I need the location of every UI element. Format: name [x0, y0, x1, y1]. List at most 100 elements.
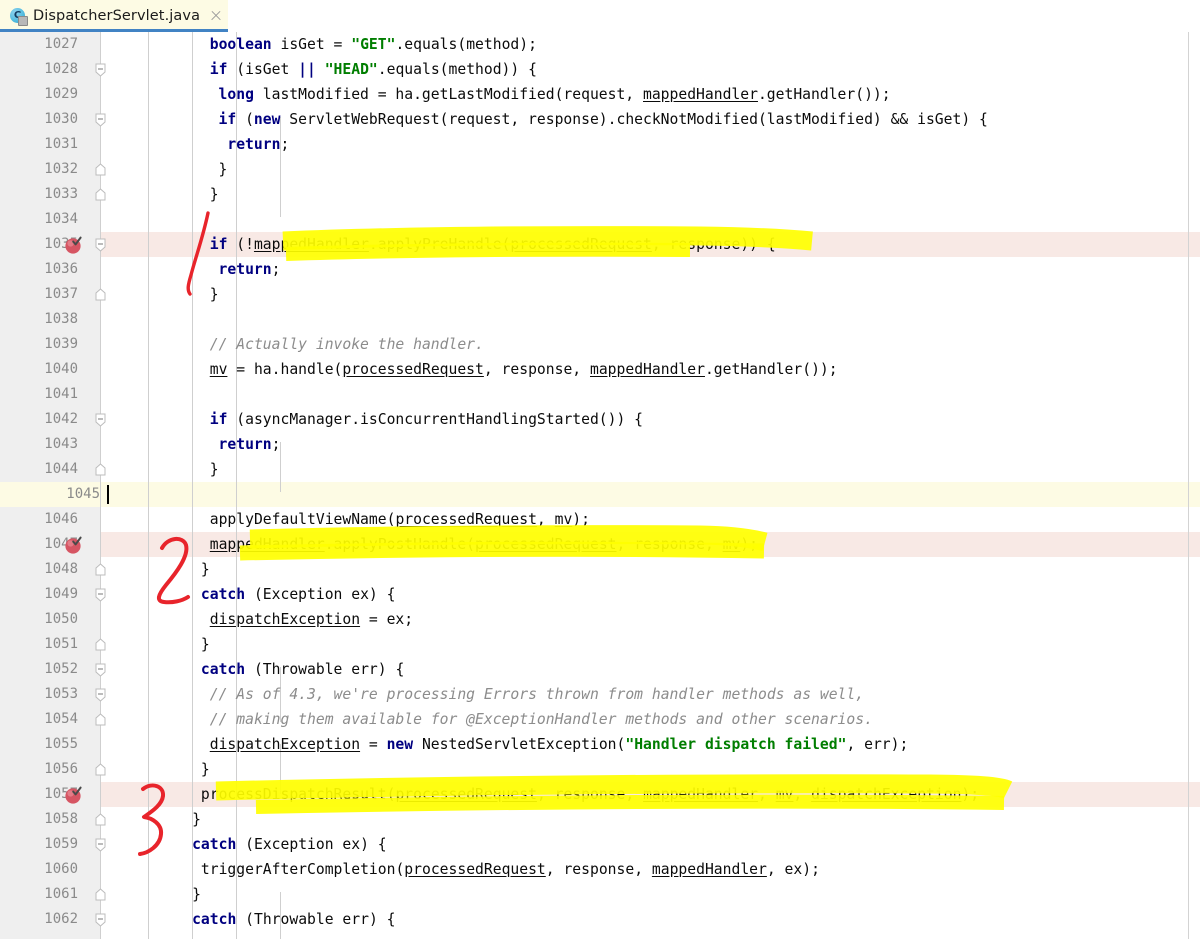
code-line[interactable]: if (asyncManager.isConcurrentHandlingSta…	[210, 407, 643, 432]
code-token: .applyPostHandle(	[324, 536, 476, 553]
code-line[interactable]: catch (Throwable err) {	[201, 657, 404, 682]
code-token: .equals(method);	[395, 36, 537, 53]
code-token: if	[209, 61, 228, 78]
code-line[interactable]: // Actually invoke the handler.	[210, 332, 484, 357]
code-token: mv	[554, 511, 573, 528]
code-line[interactable]: dispatchException = ex;	[210, 607, 413, 632]
code-token: "GET"	[351, 36, 396, 53]
code-token: );	[572, 511, 590, 528]
code-token: lastModified = ha.getLastModified(reques…	[253, 86, 643, 103]
code-line[interactable]: }	[192, 882, 201, 907]
code-line[interactable]: }	[201, 632, 210, 657]
code-line[interactable]: // As of 4.3, we're processing Errors th…	[210, 682, 864, 707]
code-token: if	[209, 236, 228, 253]
code-token: .applyPreHandle(	[368, 236, 511, 253]
code-token: catch	[192, 911, 237, 928]
code-token: , response,	[545, 861, 652, 878]
code-token: }	[209, 461, 219, 478]
code-line[interactable]: boolean isGet = "GET".equals(method);	[210, 32, 537, 57]
close-icon[interactable]	[209, 9, 223, 23]
code-token: mappedHandler	[643, 86, 758, 103]
code-token: processedRequest	[342, 361, 484, 378]
code-token: long	[218, 86, 254, 103]
code-token: }	[200, 761, 210, 778]
code-token: return	[227, 136, 281, 153]
code-token: }	[192, 886, 201, 903]
text-caret	[107, 485, 109, 504]
code-token: boolean	[209, 36, 272, 53]
code-token: =	[360, 736, 387, 753]
code-line[interactable]: mappedHandler.applyPostHandle(processedR…	[210, 532, 758, 557]
code-token: .equals(method)) {	[377, 61, 537, 78]
code-line[interactable]: catch (Exception ex) {	[201, 582, 396, 607]
code-token: }	[209, 286, 219, 303]
code-token: , response,	[536, 786, 644, 803]
code-token: processedRequest	[395, 786, 537, 803]
code-token: mappedHandler	[209, 536, 325, 553]
code-token: mv	[775, 786, 794, 803]
code-line[interactable]: catch (Throwable err) {	[192, 907, 395, 932]
code-token: , ex);	[766, 861, 820, 878]
code-token: processedRequest	[510, 236, 652, 253]
code-line[interactable]: }	[210, 457, 219, 482]
java-class-icon: C	[10, 7, 28, 26]
code-token: (Exception ex) {	[236, 836, 387, 853]
code-token: processedRequest	[475, 536, 617, 553]
code-line[interactable]: dispatchException = new NestedServletExc…	[210, 732, 909, 757]
code-token: dispatchException	[811, 786, 962, 803]
code-line[interactable]: return;	[219, 432, 281, 457]
code-token: dispatchException	[209, 736, 361, 753]
code-line[interactable]: }	[192, 807, 201, 832]
code-token: new	[253, 111, 281, 128]
right-margin-guide	[1188, 32, 1189, 939]
code-token: .getHandler());	[704, 361, 838, 378]
code-token: }	[218, 161, 228, 178]
code-line[interactable]: mv = ha.handle(processedRequest, respons…	[210, 357, 838, 382]
code-token: );	[740, 536, 759, 553]
editor-tab-dispatcherservlet[interactable]: C DispatcherServlet.java	[0, 0, 228, 32]
code-token: // making them available for @ExceptionH…	[209, 711, 873, 728]
code-line[interactable]: if (!mappedHandler.applyPreHandle(proces…	[210, 232, 776, 257]
code-line[interactable]: }	[210, 282, 219, 307]
code-token: }	[209, 186, 219, 203]
code-token: ;	[271, 261, 281, 278]
code-token: NestedServletException(	[413, 736, 626, 753]
code-token: return	[218, 261, 272, 278]
code-token: , response,	[616, 536, 723, 553]
code-token: mv	[722, 536, 741, 553]
code-line[interactable]: if (isGet || "HEAD".equals(method)) {	[210, 57, 537, 82]
code-token: if	[209, 411, 228, 428]
code-line[interactable]: return;	[227, 132, 289, 157]
code-line[interactable]: long lastModified = ha.getLastModified(r…	[219, 82, 891, 107]
code-line[interactable]: // making them available for @ExceptionH…	[210, 707, 873, 732]
code-line[interactable]: }	[210, 182, 219, 207]
code-token: = ex;	[360, 611, 414, 628]
code-line[interactable]: catch (Exception ex) {	[192, 832, 387, 857]
code-line[interactable]: triggerAfterCompletion(processedRequest,…	[201, 857, 820, 882]
code-token: processedRequest	[404, 861, 546, 878]
code-line[interactable]: processDispatchResult(processedRequest, …	[201, 782, 979, 807]
code-token: ServletWebRequest(request, response).che…	[280, 111, 988, 128]
code-token: (Throwable err) {	[245, 661, 405, 678]
code-token: (Throwable err) {	[236, 911, 396, 928]
code-token: dispatchException	[209, 611, 361, 628]
code-line[interactable]: return;	[219, 257, 281, 282]
code-line[interactable]: applyDefaultViewName(processedRequest, m…	[210, 507, 590, 532]
code-token: );	[961, 786, 980, 803]
code-line[interactable]: }	[201, 757, 210, 782]
code-token: (!	[227, 236, 254, 253]
code-token: new	[386, 736, 414, 753]
code-token: .getHandler());	[757, 86, 891, 103]
code-line[interactable]: if (new ServletWebRequest(request, respo…	[219, 107, 988, 132]
code-token: ,	[793, 786, 812, 803]
code-token: "HEAD"	[324, 61, 378, 78]
code-line[interactable]: }	[201, 557, 210, 582]
code-token: mv	[209, 361, 228, 378]
code-editor[interactable]: 1027 1028 1029 1030 1031 1032 1033 1034 1035 1036…	[0, 32, 1200, 939]
code-text-layer[interactable]: boolean isGet = "GET".equals(method); if …	[0, 32, 1200, 939]
code-token: if	[218, 111, 237, 128]
code-token: triggerAfterCompletion(	[200, 861, 405, 878]
code-token: }	[192, 811, 201, 828]
code-line[interactable]: }	[219, 157, 228, 182]
